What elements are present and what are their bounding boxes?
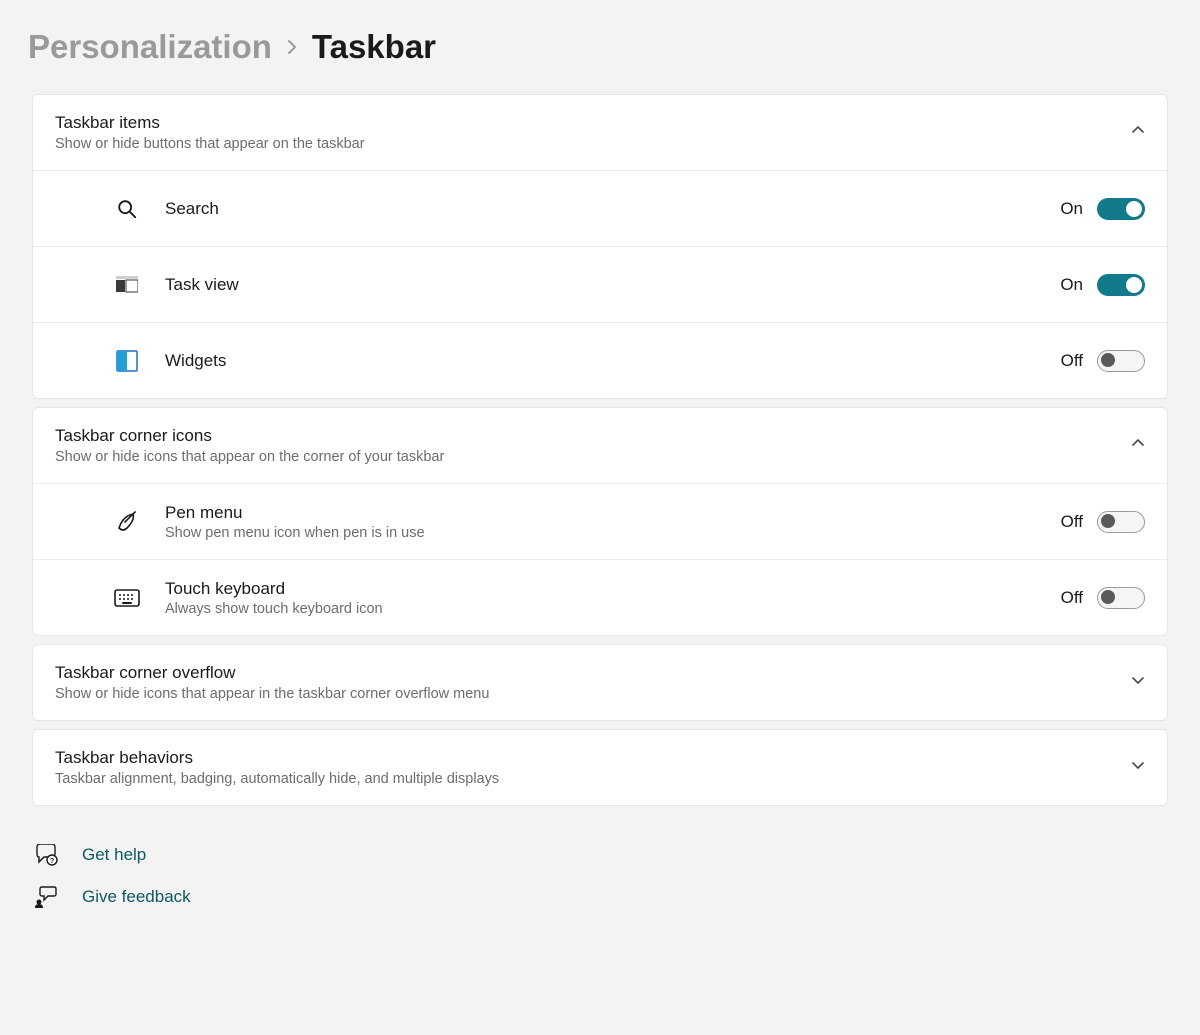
toggle-widgets[interactable] [1097, 350, 1145, 372]
group-subtitle: Show or hide icons that appear on the co… [55, 449, 1131, 465]
search-icon [113, 198, 141, 220]
group-subtitle: Show or hide icons that appear in the ta… [55, 686, 1131, 702]
group-taskbar-items: Taskbar items Show or hide buttons that … [32, 94, 1168, 399]
toggle-state-label: Off [1061, 512, 1083, 532]
toggle-task-view[interactable] [1097, 274, 1145, 296]
widgets-icon [113, 350, 141, 372]
pen-icon [113, 510, 141, 534]
svg-text:?: ? [50, 858, 54, 865]
toggle-state-label: Off [1061, 588, 1083, 608]
row-label: Touch keyboard [165, 579, 1061, 599]
group-title: Taskbar items [55, 113, 1131, 133]
row-label: Pen menu [165, 503, 1061, 523]
group-title: Taskbar corner icons [55, 426, 1131, 446]
row-sublabel: Always show touch keyboard icon [165, 601, 1061, 617]
chevron-right-icon [286, 35, 298, 61]
row-task-view: Task view On [33, 246, 1167, 322]
feedback-icon [32, 886, 60, 908]
toggle-touch-keyboard[interactable] [1097, 587, 1145, 609]
group-subtitle: Show or hide buttons that appear on the … [55, 136, 1131, 152]
row-search: Search On [33, 170, 1167, 246]
link-label: Give feedback [82, 887, 191, 907]
toggle-state-label: Off [1061, 351, 1083, 371]
link-get-help[interactable]: ? Get help [32, 844, 1168, 866]
chevron-down-icon [1131, 758, 1145, 777]
group-header-behaviors[interactable]: Taskbar behaviors Taskbar alignment, bad… [33, 730, 1167, 805]
group-behaviors: Taskbar behaviors Taskbar alignment, bad… [32, 729, 1168, 806]
group-subtitle: Taskbar alignment, badging, automaticall… [55, 771, 1131, 787]
group-corner-icons: Taskbar corner icons Show or hide icons … [32, 407, 1168, 636]
row-label: Widgets [165, 351, 1061, 371]
group-title: Taskbar corner overflow [55, 663, 1131, 683]
row-sublabel: Show pen menu icon when pen is in use [165, 525, 1061, 541]
row-label: Task view [165, 275, 1060, 295]
toggle-pen-menu[interactable] [1097, 511, 1145, 533]
row-pen-menu: Pen menu Show pen menu icon when pen is … [33, 483, 1167, 559]
keyboard-icon [113, 589, 141, 607]
breadcrumb-parent[interactable]: Personalization [28, 28, 272, 66]
row-widgets: Widgets Off [33, 322, 1167, 398]
group-header-corner-overflow[interactable]: Taskbar corner overflow Show or hide ico… [33, 645, 1167, 720]
row-label: Search [165, 199, 1060, 219]
task-view-icon [113, 276, 141, 294]
help-icon: ? [32, 844, 60, 866]
group-title: Taskbar behaviors [55, 748, 1131, 768]
chevron-up-icon [1131, 123, 1145, 142]
breadcrumb: Personalization Taskbar [28, 28, 1168, 66]
toggle-state-label: On [1060, 275, 1083, 295]
toggle-search[interactable] [1097, 198, 1145, 220]
group-header-corner-icons[interactable]: Taskbar corner icons Show or hide icons … [33, 408, 1167, 483]
link-label: Get help [82, 845, 146, 865]
link-give-feedback[interactable]: Give feedback [32, 886, 1168, 908]
toggle-state-label: On [1060, 199, 1083, 219]
row-touch-keyboard: Touch keyboard Always show touch keyboar… [33, 559, 1167, 635]
chevron-down-icon [1131, 673, 1145, 692]
help-links: ? Get help Give feedback [32, 844, 1168, 908]
chevron-up-icon [1131, 436, 1145, 455]
group-corner-overflow: Taskbar corner overflow Show or hide ico… [32, 644, 1168, 721]
page-title: Taskbar [312, 28, 436, 66]
group-header-taskbar-items[interactable]: Taskbar items Show or hide buttons that … [33, 95, 1167, 170]
